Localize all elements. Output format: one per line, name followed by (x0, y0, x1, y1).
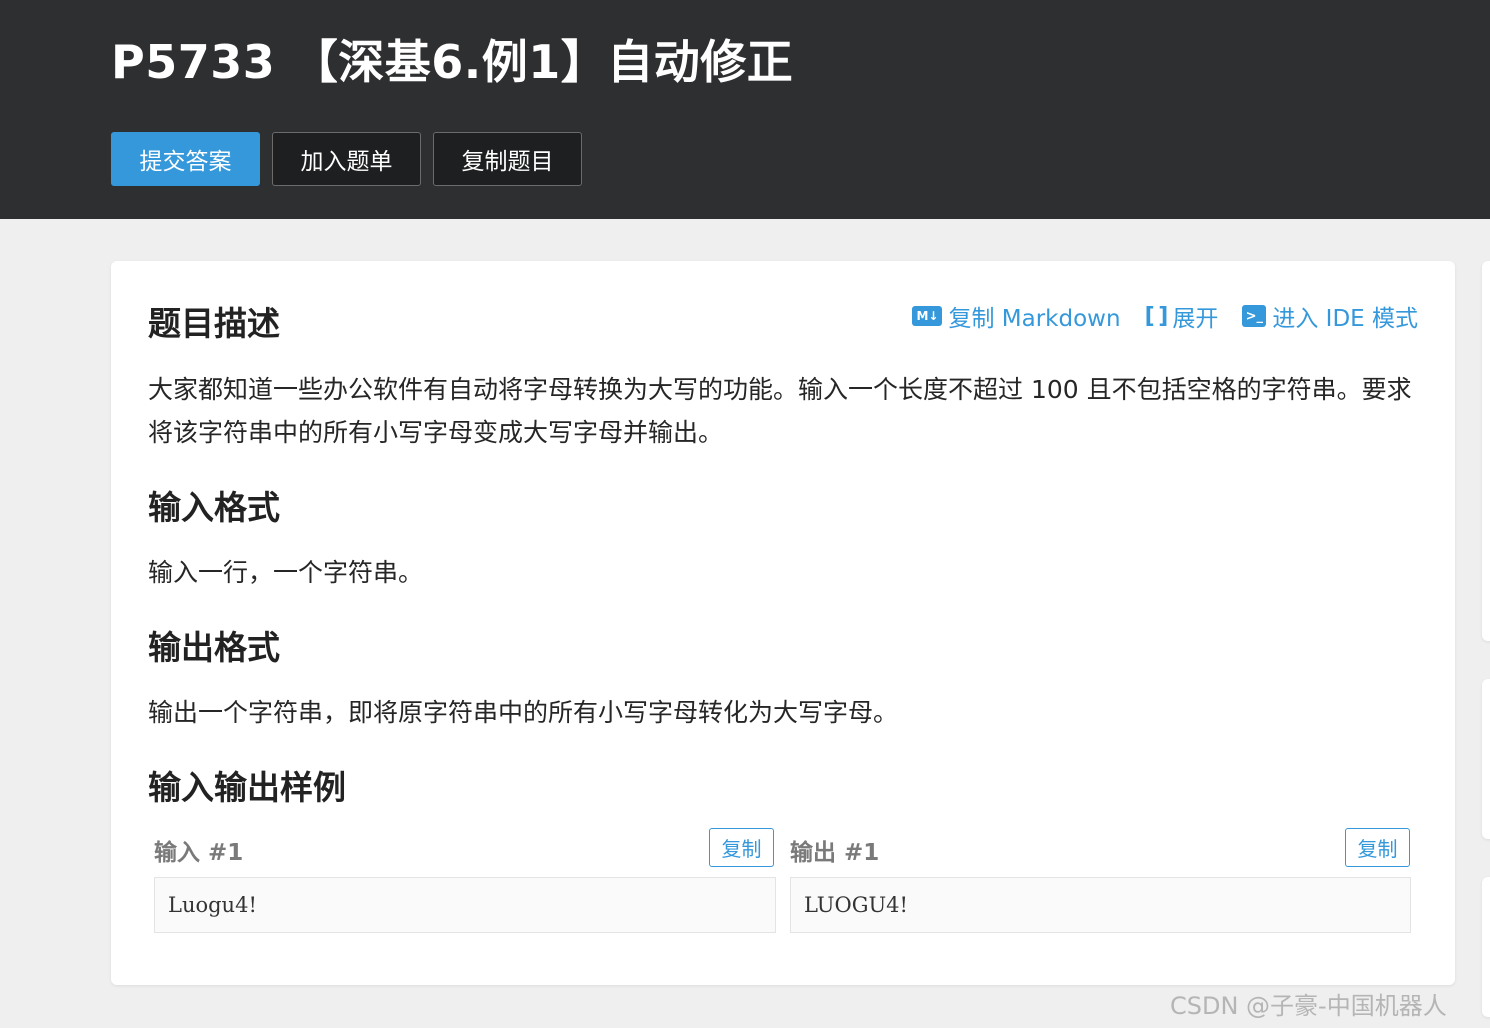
copy-markdown-link[interactable]: M↓ 复制 Markdown (912, 299, 1121, 333)
description-heading: 题目描述 (148, 304, 280, 343)
side-panel (1482, 877, 1490, 1017)
problem-title: P5733 【深基6.例1】自动修正 (111, 35, 794, 89)
samples-heading: 输入输出样例 (148, 768, 346, 807)
copy-problem-button[interactable]: 复制题目 (433, 132, 582, 186)
expand-link[interactable]: [ ] 展开 (1145, 299, 1219, 333)
ide-mode-link[interactable]: >_ 进入 IDE 模式 (1242, 299, 1418, 333)
sample-output-label: 输出 #1 (790, 840, 880, 866)
ide-mode-label: 进入 IDE 模式 (1272, 306, 1418, 332)
copy-input-button[interactable]: 复制 (709, 828, 774, 867)
copy-output-button[interactable]: 复制 (1345, 828, 1410, 867)
output-format-heading: 输出格式 (148, 628, 280, 667)
sample-input-box[interactable]: Luogu4! (154, 877, 776, 933)
expand-label: 展开 (1172, 306, 1219, 332)
problem-header: P5733 【深基6.例1】自动修正 提交答案 加入题单 复制题目 (0, 0, 1490, 219)
watermark: CSDN @子豪-中国机器人 (1170, 992, 1447, 1020)
problem-card: 题目描述 M↓ 复制 Markdown [ ] 展开 >_ 进入 IDE 模式 … (111, 261, 1455, 985)
add-to-list-button[interactable]: 加入题单 (272, 132, 421, 186)
sample-output-box[interactable]: LUOGU4! (790, 877, 1411, 933)
side-panel (1482, 261, 1490, 641)
description-text: 大家都知道一些办公软件有自动将字母转换为大写的功能。输入一个长度不超过 100 … (148, 375, 1412, 447)
expand-icon: [ ] (1144, 303, 1169, 329)
terminal-icon: >_ (1242, 305, 1267, 327)
markdown-icon: M↓ (912, 306, 943, 326)
input-format-text: 输入一行，一个字符串。 (148, 558, 424, 587)
problem-toolbar: M↓ 复制 Markdown [ ] 展开 >_ 进入 IDE 模式 (912, 299, 1418, 333)
copy-markdown-label: 复制 Markdown (948, 306, 1121, 332)
submit-answer-button[interactable]: 提交答案 (111, 132, 260, 186)
input-format-heading: 输入格式 (148, 488, 280, 527)
side-panel (1482, 679, 1490, 839)
sample-input-label: 输入 #1 (154, 840, 244, 866)
output-format-text: 输出一个字符串，即将原字符串中的所有小写字母转化为大写字母。 (148, 698, 899, 727)
